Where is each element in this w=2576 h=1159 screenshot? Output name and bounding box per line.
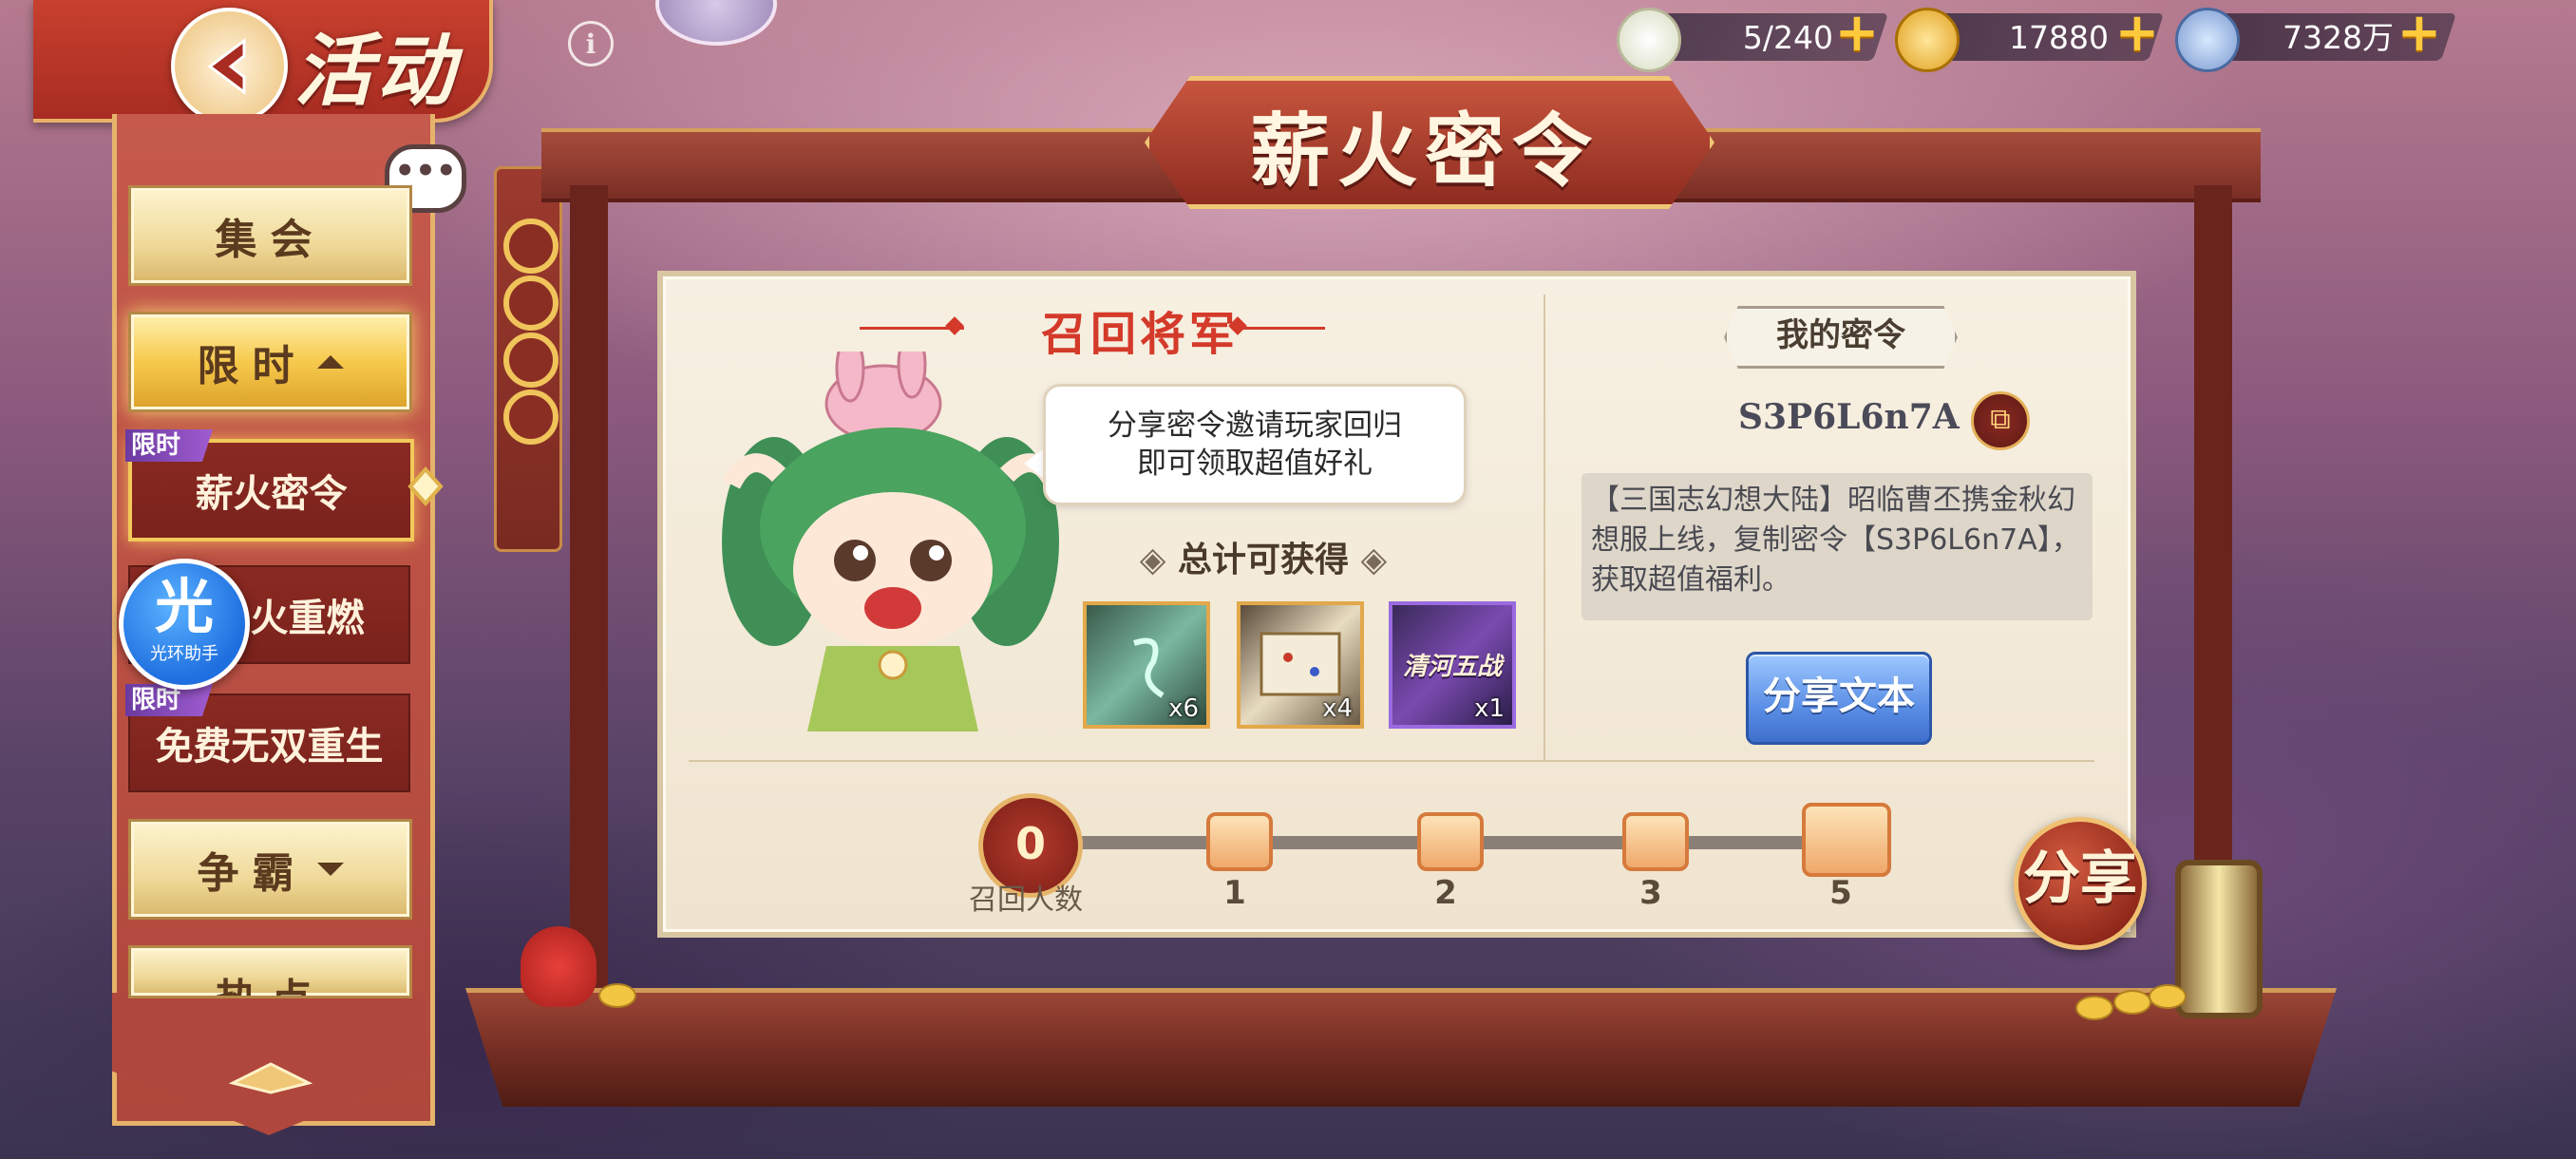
sidebar-item-label: 集会 (215, 216, 326, 264)
sidebar-item-label: 限时 (197, 342, 308, 390)
sidebar-item-label: 薪火密令 (195, 472, 348, 516)
sidebar-item-limited[interactable]: 限时 (128, 312, 412, 412)
reward-map-scroll[interactable]: x4 (1237, 601, 1364, 729)
limited-tag: 限时 (125, 684, 213, 716)
reward-quantity: x6 (1168, 694, 1199, 723)
floating-assistant-button[interactable]: 光 光环助手 (119, 559, 250, 690)
info-icon[interactable]: i (568, 21, 614, 66)
chevron-up-icon (316, 355, 344, 369)
panel-divider (689, 760, 2094, 762)
milestone-number: 1 (1223, 874, 1246, 912)
share-message-text: 【三国志幻想大陆】昭临曹丕携金秋幻想服上线，复制密令【S3P6L6n7A】，获取… (1582, 473, 2093, 620)
gold-coin-icon (2149, 984, 2187, 1009)
coin-ring-icon (503, 218, 559, 274)
add-coin-button[interactable]: + (2396, 7, 2443, 60)
invite-code: S3P6L6n7A (1738, 397, 1960, 437)
player-avatar[interactable] (655, 0, 777, 46)
gold-coin-icon (2113, 990, 2151, 1015)
milestone-chest-icon[interactable] (1206, 812, 1273, 871)
milestone-number: 5 (1829, 874, 1852, 912)
sidebar-item-contest[interactable]: 争霸 (128, 819, 412, 920)
add-gold-button[interactable]: + (2113, 7, 2161, 60)
recall-count-label: 召回人数 (969, 884, 1083, 917)
milestone-chest-icon[interactable] (1802, 803, 1891, 877)
reward-qinghe[interactable]: 清河五战 x1 (1389, 601, 1516, 729)
sidebar-item-label: 免费无双重生 (155, 725, 384, 769)
page-title: 活动 (294, 26, 458, 117)
chevron-down-icon (316, 863, 344, 876)
sidebar-item-label: 热点 (216, 965, 326, 996)
event-title: 薪火密令 (1249, 104, 1600, 198)
back-arrow-icon (207, 37, 245, 95)
gold-coin-icon (598, 983, 636, 1008)
share-text-button[interactable]: 分享文本 (1746, 652, 1932, 745)
add-bun-button[interactable]: + (1833, 7, 1881, 60)
sidebar-item-label: 争霸 (197, 849, 308, 898)
bubble-text: 分享密令邀请玩家回归 (1108, 408, 1402, 443)
coin-count: 7328万 (2282, 19, 2394, 56)
reward-art-text: 清河五战 (1402, 653, 1502, 681)
milestone-number: 2 (1434, 874, 1457, 912)
bubble-text: 即可领取超值好礼 (1137, 446, 1373, 481)
total-rewards-label: ◈ 总计可获得 ◈ (1139, 541, 1388, 580)
chibi-character-illustration (722, 352, 1063, 732)
reward-quantity: x1 (1474, 694, 1505, 723)
sidebar-item-gathering[interactable]: 集会 (128, 185, 412, 286)
sidebar-ornament-icon (228, 1062, 313, 1094)
assistant-label: 光环助手 (150, 644, 218, 664)
sidebar-item-label: 火重燃 (250, 597, 365, 640)
panel-divider (1544, 294, 1545, 760)
share-button[interactable]: 分享 (2014, 817, 2147, 950)
bun-count: 5/240 (1742, 19, 1833, 56)
milestone-chest-icon[interactable] (1622, 812, 1689, 871)
coin-ring-icon (503, 276, 559, 331)
frame-base (465, 988, 2337, 1107)
title-decoration (1235, 327, 1325, 330)
lantern-decoration (2175, 860, 2263, 1018)
lucky-bag-icon[interactable] (521, 926, 597, 1007)
sidebar-item-hotspot[interactable]: 热点 (128, 945, 412, 998)
speech-bubble: 分享密令邀请玩家回归 即可领取超值好礼 (1043, 384, 1467, 505)
coin-ring-icon (503, 332, 559, 388)
gold-coin-icon (2075, 996, 2113, 1020)
reward-quantity: x4 (1322, 694, 1353, 723)
gold-count: 17880 (2009, 19, 2109, 56)
selected-indicator-icon (407, 466, 444, 507)
coin-ring-icon (503, 390, 559, 445)
frame-left-post (570, 185, 608, 1012)
milestone-chest-icon[interactable] (1417, 812, 1484, 871)
reward-jade-card[interactable]: x6 (1083, 601, 1210, 729)
back-button[interactable] (171, 8, 288, 124)
my-code-title: 我的密令 (1724, 306, 1958, 369)
limited-tag: 限时 (125, 429, 213, 462)
assistant-glyph: 光 (154, 572, 214, 641)
copy-code-icon[interactable]: ⧉ (1971, 391, 2030, 450)
milestone-number: 3 (1639, 874, 1662, 912)
